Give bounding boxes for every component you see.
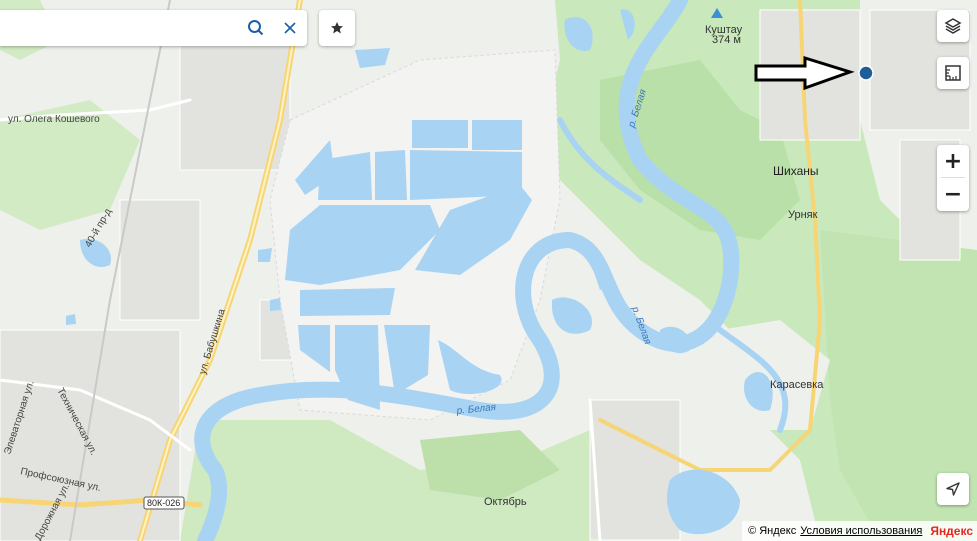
ruler-icon <box>945 65 961 81</box>
zoom-control: + − <box>937 145 969 211</box>
yandex-logo[interactable]: Яндекс <box>930 524 973 538</box>
geolocation-button[interactable] <box>937 473 969 505</box>
svg-text:80К-026: 80К-026 <box>147 498 180 508</box>
label-oktyabr: Октябрь <box>484 496 527 508</box>
star-icon <box>331 22 343 34</box>
search-icon <box>248 20 264 36</box>
ruler-button[interactable] <box>937 57 969 89</box>
label-urnyak: Урняк <box>788 209 818 221</box>
search-bar <box>0 10 307 46</box>
search-button[interactable] <box>239 10 273 46</box>
label-street-koshevogo: ул. Олега Кошевого <box>8 114 100 125</box>
close-icon <box>284 22 296 34</box>
map-canvas[interactable]: Куштау 374 м Шиханы Урняк Карасевка Октя… <box>0 0 977 541</box>
attribution-bar: © Яндекс Условия использования Яндекс <box>742 521 977 541</box>
label-kushtau-elevation: 374 м <box>712 34 741 46</box>
plus-icon: + <box>943 148 963 174</box>
zoom-out-button[interactable]: − <box>937 178 969 210</box>
layers-button[interactable] <box>937 10 969 42</box>
layers-icon <box>944 18 962 34</box>
clear-button[interactable] <box>273 10 307 46</box>
road-shield: 80К-026 <box>143 496 185 510</box>
location-marker[interactable] <box>858 65 874 81</box>
label-karasevka: Карасевка <box>770 379 824 391</box>
zoom-in-button[interactable]: + <box>937 145 969 177</box>
bookmarks-button[interactable] <box>319 10 355 46</box>
search-input[interactable] <box>8 18 232 40</box>
location-arrow-icon <box>946 482 960 496</box>
minus-icon: − <box>943 181 963 207</box>
copyright-text: © Яндекс <box>748 525 797 537</box>
terms-link[interactable]: Условия использования <box>800 525 922 537</box>
label-shikhany: Шиханы <box>773 164 819 178</box>
